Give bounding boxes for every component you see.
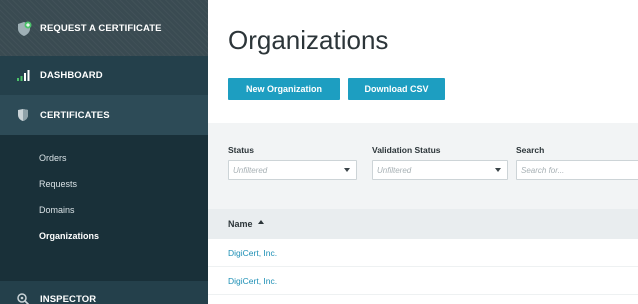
sort-ascending-icon (257, 220, 264, 224)
sidebar-item-certificates[interactable]: CERTIFICATES (0, 95, 208, 135)
search-label: Search (516, 145, 545, 155)
column-name-label: Name (228, 219, 253, 229)
filter-bar: Status Unfiltered Validation Status Unfi… (208, 123, 638, 209)
request-certificate-link[interactable]: REQUEST A CERTIFICATE (0, 0, 208, 56)
sidebar-item-organizations[interactable]: Organizations (0, 223, 208, 249)
sidebar: REQUEST A CERTIFICATE DASHBOARD CERTIFIC… (0, 0, 208, 304)
certificate-plus-icon (16, 21, 32, 36)
validation-status-select[interactable]: Unfiltered (372, 160, 508, 180)
table-header-name[interactable]: Name (208, 209, 638, 239)
search-placeholder: Search for... (521, 165, 565, 175)
page-title: Organizations (228, 25, 389, 55)
validation-status-filter-label: Validation Status (372, 145, 441, 155)
sidebar-item-dashboard-label: DASHBOARD (40, 70, 103, 81)
sidebar-item-inspector-label: INSPECTOR (40, 293, 97, 304)
chevron-down-icon (495, 168, 501, 172)
main-content: Organizations New Organization Download … (208, 0, 638, 304)
sidebar-item-inspector[interactable]: INSPECTOR (0, 281, 208, 304)
sidebar-item-orders[interactable]: Orders (0, 145, 208, 171)
chevron-down-icon (344, 168, 350, 172)
request-certificate-label: REQUEST A CERTIFICATE (40, 22, 162, 34)
sidebar-item-requests[interactable]: Requests (0, 171, 208, 197)
sidebar-item-dashboard[interactable]: DASHBOARD (0, 56, 208, 95)
table-row: DigiCert, Inc. (208, 239, 638, 267)
validation-status-select-value: Unfiltered (377, 165, 412, 175)
search-input[interactable]: Search for... (516, 160, 638, 180)
certificates-submenu: Orders Requests Domains Organizations (0, 135, 208, 281)
magnifier-icon (16, 292, 30, 304)
shield-icon (16, 108, 30, 122)
status-select-value: Unfiltered (233, 165, 268, 175)
bar-chart-icon (16, 69, 30, 83)
organization-link[interactable]: DigiCert, Inc. (228, 248, 277, 258)
organization-link[interactable]: DigiCert, Inc. (228, 276, 277, 286)
table-row: DigiCert, Inc. (208, 267, 638, 295)
new-organization-button[interactable]: New Organization (228, 78, 340, 100)
sidebar-item-domains[interactable]: Domains (0, 197, 208, 223)
status-select[interactable]: Unfiltered (228, 160, 357, 180)
sidebar-item-certificates-label: CERTIFICATES (40, 109, 110, 121)
download-csv-button[interactable]: Download CSV (348, 78, 445, 100)
status-filter-label: Status (228, 145, 254, 155)
